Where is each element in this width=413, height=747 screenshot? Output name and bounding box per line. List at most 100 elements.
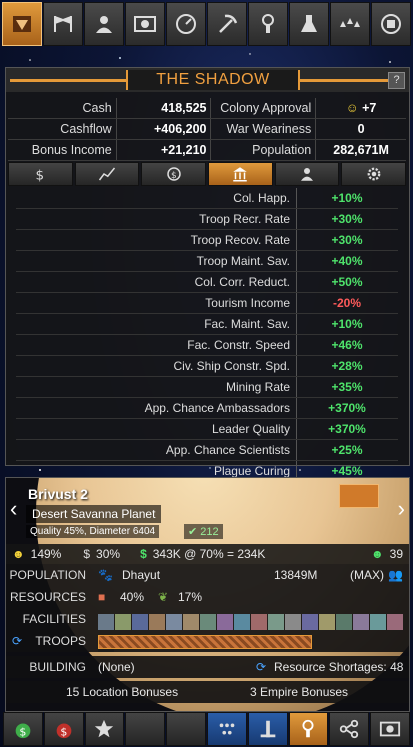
intelligence-button[interactable]: [248, 2, 288, 46]
facility-icon[interactable]: [268, 613, 284, 630]
person-icon: [301, 168, 314, 181]
bonus-label: Col. Happ.: [16, 188, 297, 208]
planet-screen-icon: [379, 721, 401, 737]
war-weariness-value: 0: [315, 119, 406, 139]
empty-slot-button[interactable]: [125, 712, 166, 746]
bonus-row: Troop Maint. Sav. +40%: [16, 251, 398, 272]
colony-name: Brivust 2: [28, 486, 88, 502]
colony-population: 13849M: [274, 568, 318, 582]
prev-colony-button[interactable]: ‹: [10, 496, 17, 522]
facility-icon[interactable]: [319, 613, 335, 630]
tab-finance[interactable]: $: [8, 162, 73, 186]
happiness-icon: ☻: [12, 547, 25, 561]
facility-icon[interactable]: [217, 613, 233, 630]
facility-icon[interactable]: [200, 613, 216, 630]
galaxy-button[interactable]: [371, 2, 411, 46]
bonus-value: -20%: [332, 296, 361, 310]
colony-approval: 39: [389, 547, 403, 561]
bottom-toolbar: $ $: [3, 712, 410, 746]
facility-icon[interactable]: [336, 613, 352, 630]
tab-trade[interactable]: $: [141, 162, 207, 186]
characters-button[interactable]: [84, 2, 124, 46]
resource-shortages[interactable]: Resource Shortages: 48: [274, 656, 403, 678]
money-bag-icon: $: [15, 723, 31, 738]
facility-icon[interactable]: [132, 613, 148, 630]
bonus-label: Troop Recr. Rate: [16, 209, 297, 229]
facility-icon[interactable]: [234, 613, 250, 630]
facility-icon[interactable]: [98, 613, 114, 630]
fleets-button[interactable]: [330, 2, 370, 46]
bonus-income-label: Bonus Income: [31, 143, 112, 157]
population-row-label: POPULATION: [9, 568, 86, 582]
bonus-row: App. Chance Scientists +25%: [16, 440, 398, 461]
keyhole-icon: [262, 14, 274, 33]
facility-icon[interactable]: [285, 613, 301, 630]
dollar-icon: $: [36, 167, 45, 183]
bonus-label: Tourism Income: [16, 293, 297, 313]
ships-icon: [340, 18, 360, 27]
svg-text:$: $: [60, 725, 67, 738]
next-colony-button[interactable]: ›: [398, 496, 405, 522]
colony-debt-button[interactable]: $: [43, 712, 84, 746]
colony-summary-bar: ☻ 149% $ 30% $ 343K @ 70% = 234K ☻ 39: [6, 544, 409, 564]
flags-icon: [54, 16, 72, 32]
resource-2-abundance: 17%: [178, 590, 203, 604]
facility-icon[interactable]: [353, 613, 369, 630]
empire-bonuses-link[interactable]: 3 Empire Bonuses: [250, 681, 348, 703]
tab-settings[interactable]: [341, 162, 407, 186]
colony-view-button[interactable]: [370, 712, 410, 746]
help-button[interactable]: ?: [388, 72, 405, 89]
keyhole-icon: [302, 719, 314, 738]
network-button[interactable]: [329, 712, 370, 746]
empire-overview-button[interactable]: [2, 2, 42, 46]
bonus-row: Fac. Constr. Speed +46%: [16, 335, 398, 356]
bonus-label: Troop Recov. Rate: [16, 230, 297, 250]
diplomacy-button[interactable]: [43, 2, 83, 46]
empty-slot-button-2[interactable]: [166, 712, 206, 746]
facility-icon[interactable]: [387, 613, 403, 630]
fleet-dots-button[interactable]: [206, 712, 247, 746]
facility-icon[interactable]: [183, 613, 199, 630]
colony-approval-label: Colony Approval: [210, 98, 315, 118]
bonus-row: Col. Corr. Reduct. +50%: [16, 272, 398, 293]
research-button[interactable]: [289, 2, 329, 46]
stats-row: Bonus Income +21,210 Population 282,671M: [8, 140, 406, 161]
bonus-label: Fac. Constr. Speed: [16, 335, 297, 355]
colonies-button[interactable]: [125, 2, 165, 46]
bonus-value: +370%: [328, 422, 366, 436]
bonus-value: +30%: [331, 212, 363, 226]
bonus-row: Civ. Ship Constr. Spd. +28%: [16, 356, 398, 377]
checkmark-icon: ✔: [188, 526, 198, 538]
facilities-row: FACILITIES: [6, 608, 409, 652]
colony-race: Dhayut: [122, 568, 161, 582]
tab-trends[interactable]: [74, 162, 140, 186]
bonuses-row: 15 Location Bonuses 3 Empire Bonuses: [6, 681, 409, 703]
svg-text:$: $: [19, 725, 26, 738]
facility-icon[interactable]: [251, 613, 267, 630]
facility-icon[interactable]: [115, 613, 131, 630]
bonus-value: +28%: [331, 359, 363, 373]
spaceport-button[interactable]: [247, 712, 288, 746]
location-bonuses-link[interactable]: 15 Location Bonuses: [66, 681, 178, 703]
intel-button[interactable]: [288, 712, 329, 746]
mining-button[interactable]: [207, 2, 247, 46]
income-icon: $: [140, 547, 147, 561]
bonus-value: +25%: [331, 443, 363, 457]
bonus-label: App. Chance Ambassadors: [16, 398, 297, 418]
resource-1-abundance: 40%: [120, 590, 145, 604]
svg-text:$: $: [36, 167, 45, 183]
tab-government[interactable]: [208, 162, 273, 186]
bonus-value: +46%: [331, 338, 363, 352]
facility-icon[interactable]: [302, 613, 318, 630]
population-row: POPULATION 🐾 Dhayut 13849M (MAX) 👥: [6, 564, 409, 586]
favorite-button[interactable]: [84, 712, 125, 746]
star-icon: [95, 719, 114, 738]
facility-icon[interactable]: [166, 613, 182, 630]
ships-button[interactable]: [166, 2, 206, 46]
facility-icon[interactable]: [149, 613, 165, 630]
planet-type: Desert Savanna Planet: [26, 505, 162, 523]
colony-tax: 30%: [96, 547, 121, 561]
facility-icon[interactable]: [370, 613, 386, 630]
colony-finance-button[interactable]: $: [3, 712, 43, 746]
tab-leaders[interactable]: [274, 162, 340, 186]
